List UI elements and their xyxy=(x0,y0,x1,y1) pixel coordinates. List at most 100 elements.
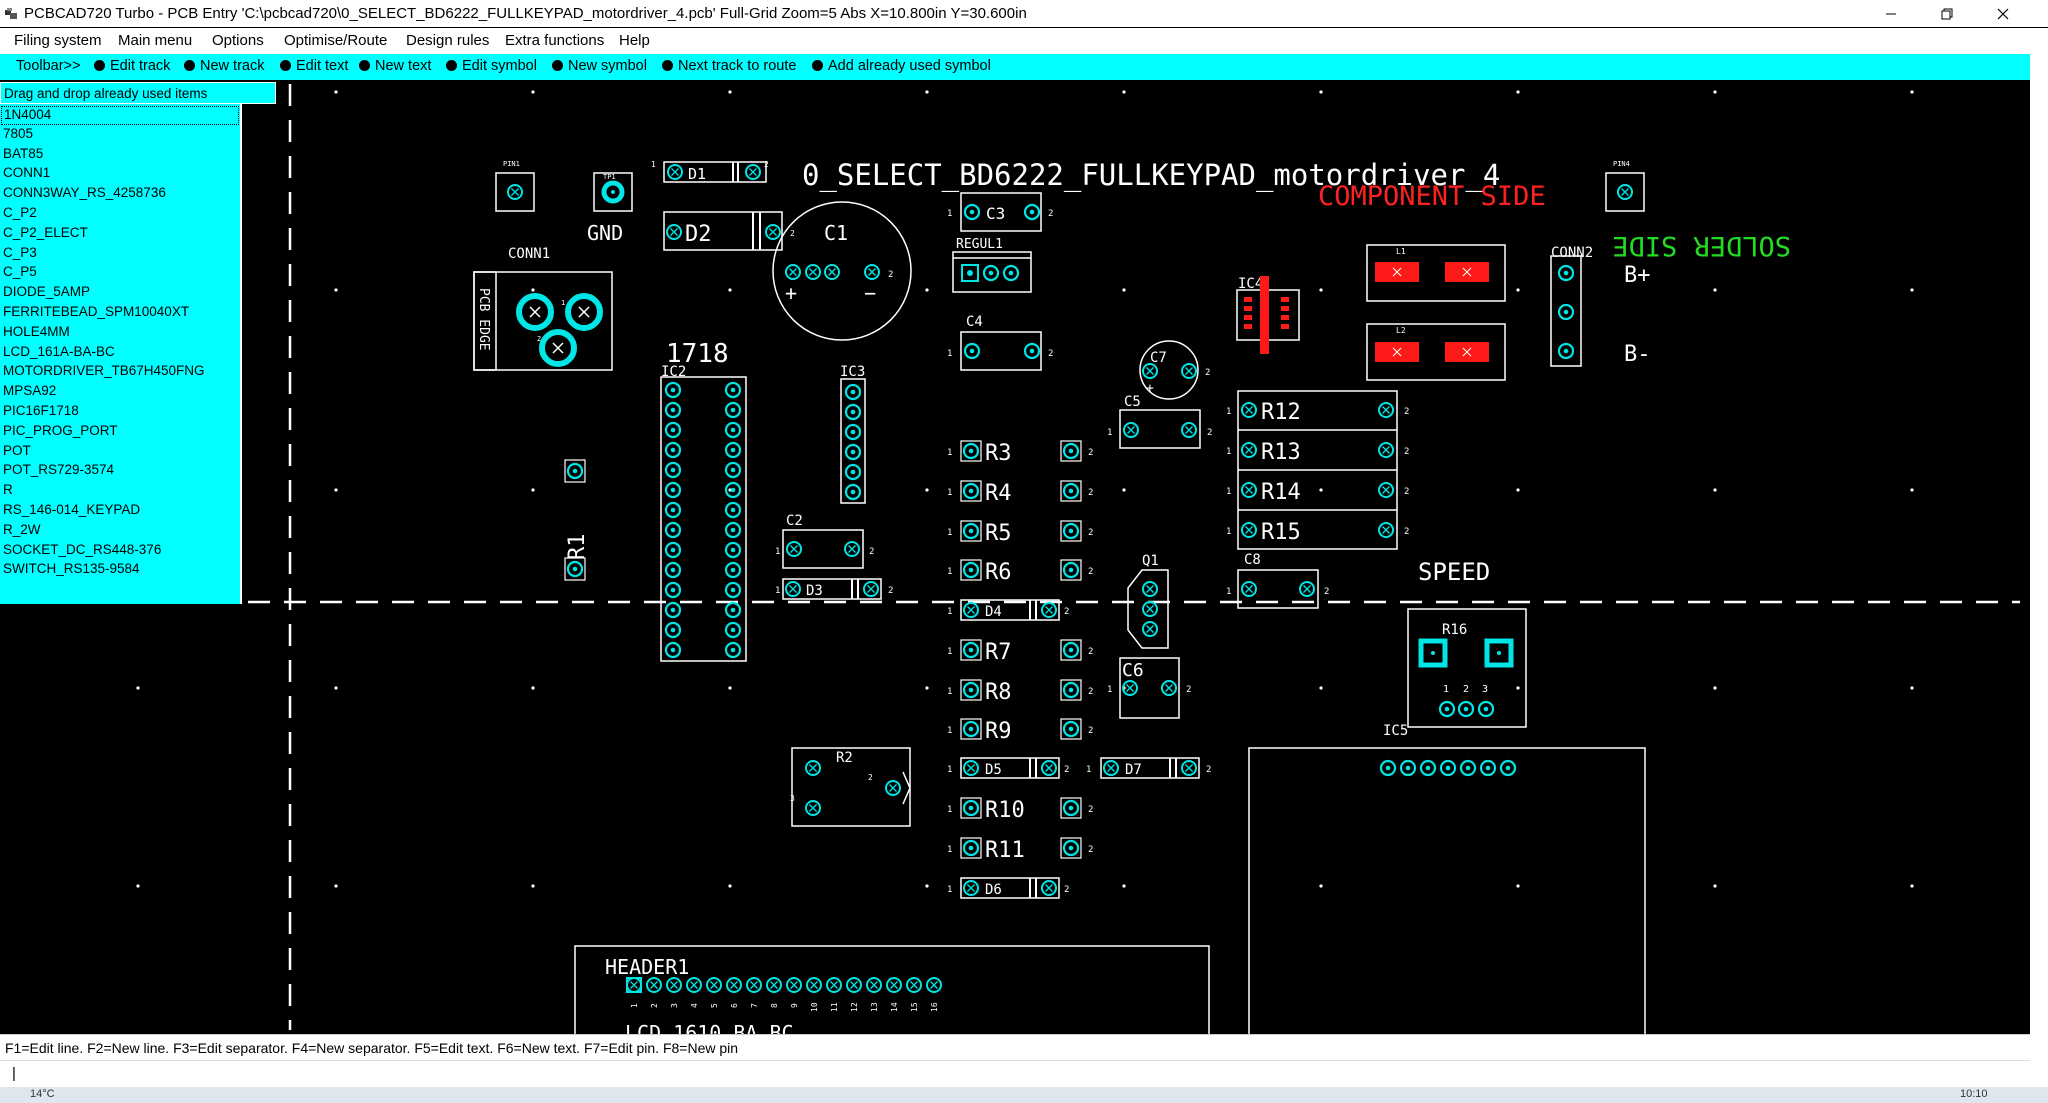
toolbar-new-text[interactable]: New text xyxy=(359,58,431,74)
component-c4[interactable]: C4 1 2 xyxy=(947,314,1053,371)
list-item[interactable]: PIC_PROG_PORT xyxy=(3,423,118,442)
component-c2[interactable]: C2 1 2 xyxy=(775,513,874,569)
component-l2[interactable]: L2 xyxy=(1366,323,1506,381)
component-r6: 1 R6 2 xyxy=(947,559,1093,585)
svg-text:R15: R15 xyxy=(1261,520,1301,545)
resistor-column[interactable]: 1 R3 2 1 R4 2 1 R5 2 1 R6 2 1 D4 2 1 R7 2 1 R8 2 1 R9 2 … xyxy=(947,440,1093,899)
list-item[interactable]: HOLE4MM xyxy=(3,324,70,343)
component-conn2[interactable]: CONN2 B+ B- xyxy=(1550,245,1651,367)
list-item[interactable]: MOTORDRIVER_TB67H450FNG xyxy=(3,363,205,382)
component-d7[interactable]: 1 D7 2 xyxy=(1086,757,1211,779)
list-item[interactable]: C_P2 xyxy=(3,205,37,224)
svg-text:2: 2 xyxy=(1064,765,1069,775)
toolbar-edit-track[interactable]: Edit track xyxy=(94,58,170,74)
list-item[interactable]: 1N4004 xyxy=(1,106,239,125)
svg-text:R14: R14 xyxy=(1261,480,1301,505)
svg-text:1: 1 xyxy=(775,547,780,557)
menu-help[interactable]: Help xyxy=(619,32,650,49)
component-r2[interactable]: R2 2 3 xyxy=(790,747,911,827)
restore-button[interactable] xyxy=(1918,0,1975,27)
component-ic2[interactable]: IC2 xyxy=(660,364,747,662)
svg-text:1: 1 xyxy=(1107,685,1112,695)
component-ic5[interactable]: IC5 xyxy=(1248,723,1646,1034)
command-line[interactable]: | xyxy=(0,1060,2030,1087)
list-item[interactable]: PIC16F1718 xyxy=(3,403,79,422)
list-item[interactable]: POT xyxy=(3,443,31,462)
toolbar-next-track-to-route[interactable]: Next track to route xyxy=(662,58,796,74)
component-pin4[interactable]: PIN4 xyxy=(1605,160,1645,212)
component-c6[interactable]: C6 1 2 xyxy=(1107,657,1191,719)
list-item[interactable]: DIODE_5AMP xyxy=(3,284,90,303)
svg-text:3: 3 xyxy=(670,1003,679,1008)
component-d1[interactable]: 1 D1 2 xyxy=(651,160,769,183)
component-ic3[interactable]: IC3 xyxy=(840,364,866,504)
used-items-list[interactable]: 1N4004 7805 BAT85 CONN1 CONN3WAY_RS_4258… xyxy=(0,104,242,604)
radio-icon xyxy=(359,60,370,71)
taskbar-clock[interactable]: 10:10 xyxy=(1960,1088,1988,1100)
list-item[interactable]: RS_146-014_KEYPAD xyxy=(3,502,140,521)
component-l1[interactable]: L1 xyxy=(1366,244,1506,302)
weather-widget[interactable]: 14°C xyxy=(30,1088,55,1100)
svg-text:1: 1 xyxy=(651,160,656,169)
component-c8[interactable]: C8 1 2 xyxy=(1226,552,1329,609)
list-item[interactable]: LCD_161A-BA-BC xyxy=(3,344,115,363)
list-item[interactable]: R xyxy=(3,482,13,501)
component-conn1[interactable]: CONN1 PCB EDGE 1 2 xyxy=(473,246,613,371)
menu-design-rules[interactable]: Design rules xyxy=(406,32,489,49)
svg-text:1: 1 xyxy=(947,805,952,815)
component-r1[interactable]: R1 xyxy=(564,459,590,581)
menu-extra-functions[interactable]: Extra functions xyxy=(505,32,604,49)
minimize-button[interactable] xyxy=(1862,0,1919,27)
component-d2[interactable]: D2 2 xyxy=(663,211,795,251)
list-item[interactable]: CONN1 xyxy=(3,165,50,184)
svg-text:2: 2 xyxy=(1088,687,1093,697)
svg-text:C4: C4 xyxy=(966,314,983,330)
component-c5[interactable]: C5 1 2 xyxy=(1107,394,1212,449)
component-header1[interactable]: HEADER1 1 2 3 4 5 6 7 8 9 10 11 12 13 14… xyxy=(574,945,1210,1034)
component-r7: 1 R7 2 xyxy=(947,639,1093,665)
component-regul1[interactable]: REGUL1 xyxy=(952,237,1032,293)
app-icon xyxy=(5,8,17,19)
toolbar-edit-symbol[interactable]: Edit symbol xyxy=(446,58,537,74)
component-ic4[interactable]: IC4 xyxy=(1236,276,1300,354)
svg-text:1: 1 xyxy=(947,448,952,458)
svg-text:2: 2 xyxy=(790,229,795,238)
toolbar-add-already-used-symbol[interactable]: Add already used symbol xyxy=(812,58,991,74)
list-item[interactable]: MPSA92 xyxy=(3,383,56,402)
list-item[interactable]: C_P5 xyxy=(3,264,37,283)
list-item[interactable]: CONN3WAY_RS_4258736 xyxy=(3,185,166,204)
toolbar-label[interactable]: Toolbar>> xyxy=(16,58,81,74)
component-c3[interactable]: 1 C3 2 xyxy=(947,192,1053,232)
menu-main-menu[interactable]: Main menu xyxy=(118,32,192,49)
component-c7[interactable]: C7 + 2 xyxy=(1139,340,1210,400)
close-button[interactable] xyxy=(1974,0,2031,27)
component-q1[interactable]: Q1 xyxy=(1127,553,1169,649)
list-item[interactable]: SOCKET_DC_RS448-376 xyxy=(3,542,161,561)
toolbar-new-track[interactable]: New track xyxy=(184,58,264,74)
list-item[interactable]: SWITCH_RS135-9584 xyxy=(3,561,140,580)
component-pin1[interactable]: PIN1 xyxy=(495,160,535,212)
menu-optimise-route[interactable]: Optimise/Route xyxy=(284,32,387,49)
svg-text:1: 1 xyxy=(1226,487,1231,497)
pcb-canvas[interactable]: 0_SELECT_BD6222_FULLKEYPAD_motordriver_4… xyxy=(0,82,2030,1034)
list-item[interactable]: FERRITEBEAD_SPM10040XT xyxy=(3,304,189,323)
component-r16[interactable]: R16 1 2 3 xyxy=(1407,608,1527,728)
list-item[interactable]: 7805 xyxy=(3,126,33,145)
list-item[interactable]: R_2W xyxy=(3,522,41,541)
list-item[interactable]: C_P3 xyxy=(3,245,37,264)
toolbar-new-symbol[interactable]: New symbol xyxy=(552,58,647,74)
svg-text:4: 4 xyxy=(690,1003,699,1008)
list-item[interactable]: POT_RS729-3574 xyxy=(3,462,114,481)
component-r12-r15[interactable]: 1 1 1 1 R12 R13 R14 R15 2 2 2 2 xyxy=(1226,390,1409,550)
menu-options[interactable]: Options xyxy=(212,32,264,49)
component-d3[interactable]: 1 D3 2 xyxy=(775,578,893,600)
svg-text:1: 1 xyxy=(947,726,952,736)
component-c1[interactable]: C1 + − 2 xyxy=(772,201,912,341)
toolbar-edit-text[interactable]: Edit text xyxy=(280,58,348,74)
svg-text:2: 2 xyxy=(1324,587,1329,597)
list-item[interactable]: C_P2_ELECT xyxy=(3,225,88,244)
svg-text:1: 1 xyxy=(775,586,780,596)
list-item[interactable]: BAT85 xyxy=(3,146,43,165)
component-tp1[interactable]: TP1 GND xyxy=(587,172,633,245)
menu-filing-system[interactable]: Filing system xyxy=(14,32,102,49)
